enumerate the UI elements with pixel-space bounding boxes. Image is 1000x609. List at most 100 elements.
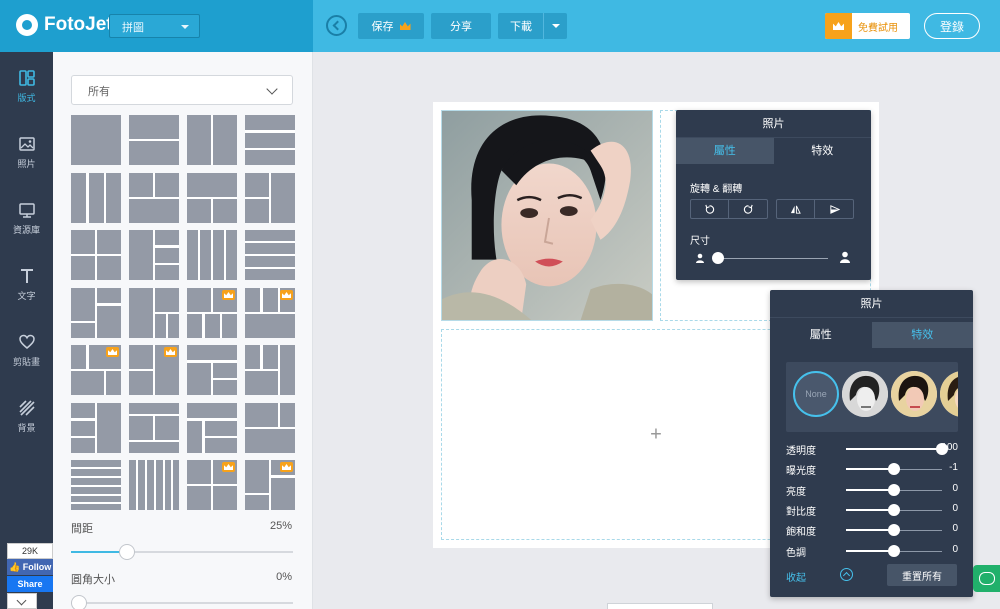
follow-label: Follow — [22, 562, 52, 572]
template-cell — [155, 173, 179, 197]
layout-template[interactable] — [245, 403, 295, 453]
filter-none[interactable]: None — [793, 371, 839, 417]
filter-warm[interactable] — [891, 371, 937, 417]
chevron-up-icon[interactable] — [840, 568, 853, 581]
layout-template[interactable] — [71, 115, 121, 165]
premium-crown-icon — [106, 347, 119, 357]
fotojet-logo[interactable]: FotoJet — [16, 14, 113, 36]
template-cell — [245, 230, 295, 241]
tab-properties[interactable]: 屬性 — [770, 322, 872, 348]
template-cell — [155, 416, 179, 440]
photo-effects-panel: 照片 屬性 特效 None 透明度 100 曝光度 -1 亮度 0 對比度 0 飽和度 0 色調 0 … — [770, 290, 973, 597]
free-trial-button[interactable]: 免費試用 — [825, 13, 910, 39]
bottom-toolbar-tab[interactable] — [607, 603, 713, 609]
effect-slider-fill — [846, 549, 894, 552]
share-button[interactable]: 分享 — [431, 13, 491, 39]
layout-template[interactable] — [71, 173, 121, 223]
template-cell — [245, 150, 295, 165]
template-cell — [129, 345, 153, 369]
save-button[interactable]: 保存 — [358, 13, 424, 39]
template-cell — [71, 288, 95, 321]
effect-value: 0 — [952, 523, 958, 535]
mode-select[interactable]: 拼圖 — [109, 14, 200, 38]
rail-item-library[interactable]: 資源庫 — [0, 188, 53, 248]
spacing-slider[interactable] — [71, 544, 293, 560]
facebook-share-button[interactable]: Share — [7, 576, 53, 592]
reset-all-button[interactable]: 重置所有 — [887, 564, 957, 586]
rail-item-layout[interactable]: 版式 — [0, 56, 53, 116]
layout-template[interactable] — [129, 288, 179, 338]
layout-template[interactable] — [187, 230, 237, 280]
corner-radius-slider[interactable] — [71, 595, 293, 609]
layout-template[interactable] — [245, 460, 295, 510]
template-cell — [155, 288, 179, 312]
template-cell — [71, 469, 121, 476]
layout-template[interactable] — [187, 173, 237, 223]
widget-collapse-button[interactable] — [7, 593, 37, 609]
layout-template[interactable] — [129, 173, 179, 223]
rotate-right-button[interactable] — [729, 200, 767, 218]
size-slider-handle[interactable] — [712, 252, 724, 264]
layout-filter-select[interactable]: 所有 — [71, 75, 293, 105]
layout-template[interactable] — [129, 460, 179, 510]
layout-template[interactable] — [245, 345, 295, 395]
facebook-follow-button[interactable]: 👍 Follow — [7, 559, 53, 575]
layout-template[interactable] — [187, 460, 237, 510]
template-cell — [187, 173, 237, 197]
layout-template[interactable] — [245, 230, 295, 280]
tab-effects[interactable]: 特效 — [871, 322, 973, 348]
layout-template[interactable] — [129, 345, 179, 395]
corner-radius-slider-handle[interactable] — [71, 595, 87, 609]
flip-horizontal-button[interactable] — [777, 200, 815, 218]
effect-slider-handle[interactable] — [888, 463, 900, 476]
collapse-link[interactable]: 收起 — [786, 569, 806, 584]
template-cell — [106, 371, 121, 395]
layout-template[interactable] — [187, 403, 237, 453]
layout-template[interactable] — [129, 115, 179, 165]
top-bar: FotoJet 拼圖 保存 分享 下載 免費試用 登錄 — [0, 0, 1000, 52]
rail-item-photo[interactable]: 照片 — [0, 122, 53, 182]
rail-item-background[interactable]: 背景 — [0, 386, 53, 446]
layout-template[interactable] — [187, 115, 237, 165]
layout-template[interactable] — [245, 173, 295, 223]
chat-icon[interactable] — [973, 565, 1000, 592]
layout-template[interactable] — [129, 403, 179, 453]
effect-slider-handle[interactable] — [888, 483, 900, 496]
rotate-flip-label: 旋轉 & 翻轉 — [690, 184, 743, 195]
flip-vertical-button[interactable] — [815, 200, 853, 218]
layout-template[interactable] — [71, 403, 121, 453]
brand-area: FotoJet 拼圖 — [0, 0, 313, 52]
size-slider[interactable] — [714, 258, 828, 259]
filter-vintage[interactable] — [940, 371, 958, 417]
rotate-left-button[interactable] — [691, 200, 729, 218]
layout-template[interactable] — [245, 288, 295, 338]
template-cell — [71, 173, 86, 223]
photo-slot-1[interactable] — [441, 110, 653, 321]
layout-template[interactable] — [71, 230, 121, 280]
download-label: 下載 — [510, 21, 532, 33]
spacing-slider-handle[interactable] — [118, 544, 135, 560]
template-cell — [213, 199, 237, 223]
layout-template[interactable] — [245, 115, 295, 165]
download-button[interactable]: 下載 — [498, 13, 567, 39]
rail-item-text[interactable]: 文字 — [0, 254, 53, 314]
tab-effects[interactable]: 特效 — [773, 138, 871, 164]
layout-template[interactable] — [129, 230, 179, 280]
download-dropdown-icon[interactable] — [543, 13, 567, 39]
effect-slider-handle[interactable] — [888, 524, 900, 537]
layout-template[interactable] — [71, 288, 121, 338]
back-button[interactable] — [326, 15, 347, 36]
filter-grayscale[interactable] — [842, 371, 888, 417]
layout-template[interactable] — [71, 460, 121, 510]
tab-properties[interactable]: 屬性 — [676, 138, 774, 164]
layout-template[interactable] — [71, 345, 121, 395]
template-cell — [204, 438, 237, 453]
rail-item-clipart[interactable]: 剪貼畫 — [0, 320, 53, 380]
login-button[interactable]: 登錄 — [924, 13, 980, 39]
effect-slider-handle[interactable] — [888, 544, 900, 557]
layout-template[interactable] — [187, 288, 237, 338]
effect-slider-handle[interactable] — [888, 503, 900, 516]
layout-template[interactable] — [187, 345, 237, 395]
add-photo-icon[interactable]: + — [650, 423, 662, 446]
template-cell — [97, 230, 121, 254]
